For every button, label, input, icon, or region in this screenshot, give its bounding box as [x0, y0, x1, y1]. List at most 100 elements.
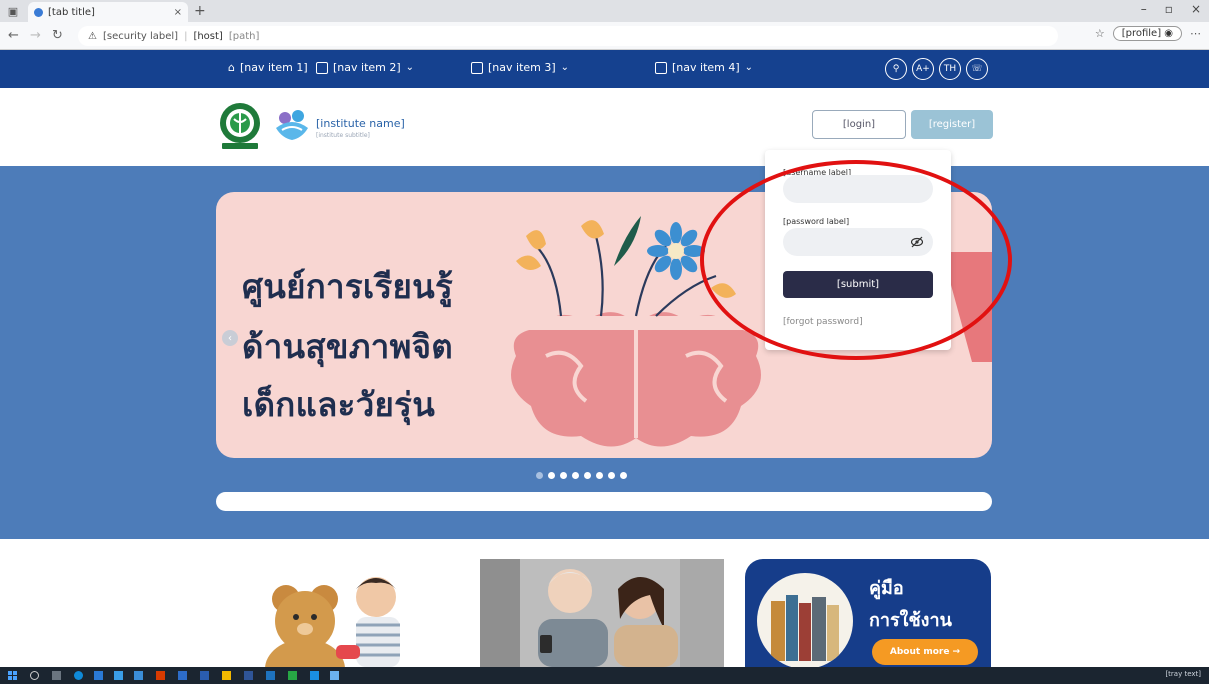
search-icon[interactable]: ⚲	[885, 58, 907, 80]
back-arrow-icon[interactable]: ←	[8, 28, 19, 43]
nav-item-home[interactable]: ⌂ [nav item 1]	[228, 61, 308, 74]
login-submit-button[interactable]: [submit]	[783, 271, 933, 298]
tab-title: [tab title]	[48, 6, 95, 18]
card-teddy[interactable]	[216, 559, 460, 667]
app-icon[interactable]	[288, 671, 297, 680]
carousel-dot[interactable]	[620, 472, 627, 479]
app-icon[interactable]	[178, 671, 187, 680]
edge-icon[interactable]	[74, 671, 83, 680]
font-size-button[interactable]: A+	[912, 58, 934, 80]
search-icon[interactable]	[30, 671, 39, 680]
app-icon[interactable]	[94, 671, 103, 680]
carousel-dot[interactable]	[560, 472, 567, 479]
app-icon[interactable]	[134, 671, 143, 680]
home-icon: ⌂	[228, 61, 235, 74]
nav-item-media[interactable]: [nav item 3] ⌄	[471, 61, 569, 74]
about-more-button[interactable]: About more →	[872, 639, 978, 665]
hero-headline-line: เด็กและวัยรุ่น	[242, 385, 436, 424]
hero-headline-line: ด้านสุขภาพจิต	[242, 327, 454, 366]
password-input[interactable]	[783, 228, 933, 256]
register-button[interactable]: [register]	[911, 110, 993, 139]
address-separator: |	[184, 30, 188, 42]
brain-flower-illustration	[511, 216, 761, 447]
forgot-password-link[interactable]: [forgot password]	[783, 317, 863, 327]
list-icon	[471, 61, 483, 74]
address-bar[interactable]: ⚠ [security label] | [host] [path]	[78, 26, 1058, 46]
window-controls: – ▫ ×	[1141, 2, 1201, 16]
minimize-button[interactable]: –	[1141, 2, 1147, 16]
profile-label: [profile]	[1121, 28, 1162, 39]
app-icon[interactable]	[330, 671, 339, 680]
address-path: [path]	[228, 30, 260, 42]
nav-item-database[interactable]: [nav item 4] ⌄	[655, 61, 753, 74]
list-icon	[316, 61, 328, 74]
books-illustration	[771, 595, 839, 661]
username-input[interactable]	[783, 175, 933, 203]
tab-close-icon[interactable]: ×	[174, 7, 182, 18]
toolbar-right: ☆ [profile] ◉ ⋯	[1095, 26, 1201, 41]
carousel-dot[interactable]	[584, 472, 591, 479]
favorites-star-icon[interactable]: ☆	[1095, 27, 1105, 40]
security-warning-icon[interactable]: ⚠	[88, 31, 97, 42]
site-navbar: ⌂ [nav item 1] [nav item 2] ⌄ [nav item …	[0, 50, 1209, 88]
institute-subtitle: [institute subtitle]	[316, 132, 370, 139]
app-icon[interactable]	[310, 671, 319, 680]
carousel-dots	[536, 472, 627, 479]
windows-taskbar: [tray text]	[0, 667, 1209, 684]
reload-icon[interactable]: ↻	[52, 28, 63, 43]
login-button[interactable]: [login]	[812, 110, 906, 139]
books-image	[757, 573, 853, 667]
carousel-dot[interactable]	[608, 472, 615, 479]
hero-section: ศูนย์การเรียนรู้ ด้านสุขภาพจิต เด็กและวั…	[0, 166, 1209, 539]
carousel-dot[interactable]	[596, 472, 603, 479]
site-header: [institute name] [institute subtitle] [l…	[0, 88, 1209, 166]
app-icon[interactable]	[244, 671, 253, 680]
window-menu-icon[interactable]: ▣	[6, 4, 20, 18]
app-icon[interactable]	[266, 671, 275, 680]
ministry-logo[interactable]	[216, 101, 264, 151]
tab-favicon-icon	[34, 7, 43, 17]
password-label: [password label]	[783, 217, 850, 226]
browser-tab-bar: ▣ [tab title] × + – ▫ ×	[0, 0, 1209, 22]
manual-subtitle: การใช้งาน	[869, 610, 952, 631]
task-view-icon[interactable]	[52, 671, 61, 680]
card-manual[interactable]: คู่มือ การใช้งาน About more →	[745, 559, 991, 667]
login-popover: [username label] [password label] [submi…	[765, 150, 951, 350]
app-icon[interactable]	[200, 671, 209, 680]
maximize-button[interactable]: ▫	[1165, 2, 1173, 16]
app-icon[interactable]	[156, 671, 165, 680]
new-tab-button[interactable]: +	[194, 3, 206, 19]
more-menu-icon[interactable]: ⋯	[1190, 27, 1201, 40]
language-button[interactable]: TH	[939, 58, 961, 80]
phone-icon[interactable]: ☏	[966, 58, 988, 80]
file-explorer-icon[interactable]	[222, 671, 231, 680]
close-window-button[interactable]: ×	[1191, 2, 1201, 16]
windows-start-icon[interactable]	[8, 671, 17, 680]
institute-logo[interactable]	[272, 106, 312, 142]
nav-item-label: [nav item 3]	[488, 61, 556, 74]
card-family[interactable]	[480, 559, 724, 667]
toggle-password-visibility-icon[interactable]	[911, 236, 923, 248]
manual-title: คู่มือ	[869, 578, 904, 599]
carousel-progress-track	[216, 492, 992, 511]
institute-name: [institute name]	[316, 117, 405, 130]
chevron-down-icon: ⌄	[405, 62, 415, 73]
chevron-down-icon: ⌄	[744, 62, 754, 73]
security-label: [security label]	[102, 30, 179, 42]
browser-tab[interactable]: [tab title] ×	[28, 2, 188, 22]
app-icon[interactable]	[114, 671, 123, 680]
carousel-dot[interactable]	[572, 472, 579, 479]
chevron-down-icon: ⌄	[560, 62, 570, 73]
system-tray: [tray text]	[1165, 670, 1201, 678]
list-icon	[655, 61, 667, 74]
forward-arrow-icon[interactable]: →	[30, 28, 41, 43]
profile-button[interactable]: [profile] ◉	[1112, 26, 1182, 41]
carousel-dot[interactable]	[536, 472, 543, 479]
nav-item-courses[interactable]: [nav item 2] ⌄	[316, 61, 414, 74]
carousel-prev-button[interactable]: ‹	[222, 330, 238, 346]
nav-item-label: [nav item 1]	[239, 61, 308, 74]
hero-headline-line: ศูนย์การเรียนรู้	[242, 267, 454, 306]
carousel-dot[interactable]	[548, 472, 555, 479]
address-toolbar: ← → ↻ ⚠ [security label] | [host] [path] …	[0, 22, 1209, 50]
address-host: [host]	[193, 30, 223, 42]
